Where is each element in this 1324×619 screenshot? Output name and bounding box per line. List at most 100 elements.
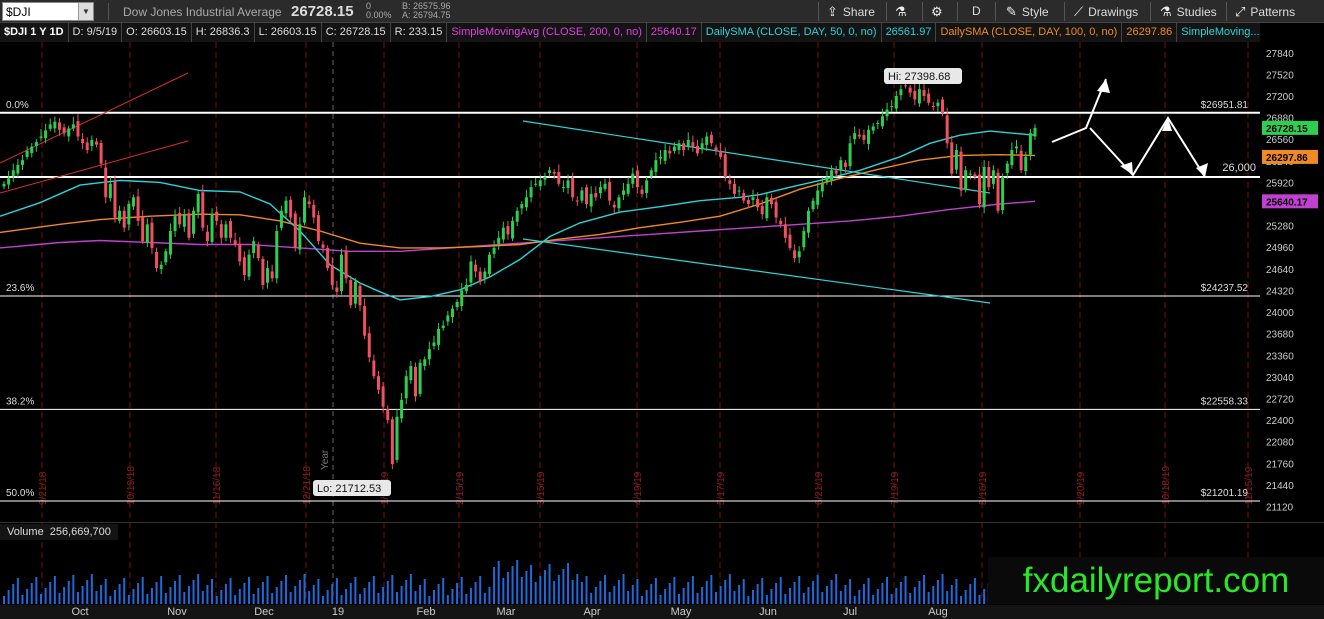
volume-bar bbox=[613, 586, 616, 604]
candle-body bbox=[580, 190, 584, 201]
volume-bar bbox=[469, 588, 472, 604]
candle-body bbox=[381, 386, 385, 407]
candle-body bbox=[880, 116, 884, 127]
candle-body bbox=[677, 143, 681, 150]
volume-bar bbox=[123, 578, 126, 604]
candle-body bbox=[67, 128, 71, 137]
candle-body bbox=[631, 173, 635, 184]
candle-body bbox=[534, 183, 538, 185]
volume-label: Volume bbox=[7, 526, 44, 538]
volume-bar bbox=[275, 587, 278, 604]
sma200-study-name[interactable]: SimpleMovingAvg (CLOSE, 200, 0, no) bbox=[447, 23, 647, 42]
volume-bar bbox=[127, 595, 130, 604]
candle-body bbox=[340, 254, 344, 291]
volume-bar bbox=[983, 589, 986, 604]
month-label: Mar bbox=[497, 606, 516, 618]
pane-divider bbox=[0, 522, 1324, 523]
volume-header: Volume 256,669,700 bbox=[0, 524, 118, 540]
candle-body bbox=[640, 189, 644, 194]
volume-bar bbox=[682, 588, 685, 604]
candle-body bbox=[654, 160, 658, 172]
candle-body bbox=[423, 359, 427, 366]
candle-body bbox=[210, 214, 214, 242]
candle-body bbox=[774, 201, 778, 218]
candle-body bbox=[1015, 146, 1019, 149]
volume-bar bbox=[141, 577, 144, 604]
volume-bar bbox=[340, 595, 343, 604]
volume-bar bbox=[405, 580, 408, 604]
volume-bar bbox=[918, 581, 921, 604]
volume-bar bbox=[372, 576, 375, 604]
volume-bar bbox=[622, 574, 625, 604]
volume-bar bbox=[516, 560, 519, 604]
sma100-study-name[interactable]: DailySMA (CLOSE, DAY, 100, 0, no) bbox=[936, 23, 1123, 42]
month-label: Jun bbox=[759, 606, 777, 618]
candle-body bbox=[820, 183, 824, 192]
more-studies[interactable]: SimpleMoving... bbox=[1177, 23, 1260, 42]
candle-body bbox=[511, 220, 515, 239]
volume-bar bbox=[770, 589, 773, 604]
price-tick-label: 25920 bbox=[1266, 178, 1294, 189]
price-tick-label: 22720 bbox=[1266, 394, 1294, 405]
volume-bar bbox=[428, 596, 431, 604]
range-readout: R: 233.15 bbox=[391, 23, 448, 42]
candle-body bbox=[279, 210, 283, 228]
volume-bar bbox=[853, 596, 856, 604]
volume-bar bbox=[604, 575, 607, 604]
high-bubble: Hi: 27398.68 bbox=[888, 71, 950, 83]
candle-body bbox=[256, 245, 260, 259]
volume-bar bbox=[271, 593, 274, 604]
volume-bar bbox=[178, 575, 181, 604]
volume-bar bbox=[266, 576, 269, 604]
candle-body bbox=[964, 170, 968, 189]
candle-body bbox=[441, 325, 445, 329]
price-chart[interactable]: 9/21/1810/19/1811/16/1812/21/181/18/192/… bbox=[0, 0, 1324, 619]
volume-bar bbox=[44, 588, 47, 604]
candle-body bbox=[446, 315, 450, 322]
fib-level-percent: 38.2% bbox=[6, 396, 34, 407]
volume-bar bbox=[955, 579, 958, 604]
volume-bar bbox=[816, 575, 819, 604]
volume-bar bbox=[761, 578, 764, 604]
volume-bar bbox=[289, 592, 292, 604]
volume-bar bbox=[520, 577, 523, 604]
study-info-bar: $DJI 1 Y 1D D: 9/5/19 O: 26603.15 H: 26836.… bbox=[0, 23, 1260, 42]
candle-body bbox=[825, 177, 829, 182]
volume-bar bbox=[298, 580, 301, 604]
candle-body bbox=[811, 200, 815, 210]
volume-bar bbox=[81, 586, 84, 604]
candle-body bbox=[25, 150, 29, 157]
sma50-study-name[interactable]: DailySMA (CLOSE, DAY, 50, 0, no) bbox=[702, 23, 882, 42]
volume-bar bbox=[701, 587, 704, 604]
candle-body bbox=[460, 290, 464, 306]
volume-bar bbox=[322, 596, 325, 604]
candle-body bbox=[668, 150, 672, 154]
volume-bar bbox=[349, 583, 352, 604]
volume-bar bbox=[76, 592, 79, 604]
volume-bar bbox=[414, 591, 417, 604]
candle-body bbox=[626, 183, 630, 194]
candle-body bbox=[862, 134, 866, 140]
volume-bar bbox=[576, 574, 579, 604]
volume-bar bbox=[169, 587, 172, 604]
volume-bar bbox=[456, 583, 459, 604]
period-date-label: 12/21/18 bbox=[302, 466, 313, 505]
volume-bar bbox=[400, 586, 403, 604]
candle-body bbox=[474, 264, 478, 272]
candle-body bbox=[968, 173, 972, 175]
candle-body bbox=[39, 136, 43, 138]
month-label: Feb bbox=[417, 606, 436, 618]
candle-body bbox=[908, 87, 912, 93]
month-label: 19 bbox=[332, 606, 344, 618]
candle-body bbox=[566, 180, 570, 188]
candle-body bbox=[469, 261, 473, 283]
volume-bar bbox=[7, 590, 10, 604]
volume-bar bbox=[215, 596, 218, 604]
volume-bar bbox=[132, 589, 135, 604]
volume-bar bbox=[886, 577, 889, 604]
period-date-label: 11/16/18 bbox=[212, 466, 223, 505]
candle-body bbox=[857, 134, 861, 137]
candle-body bbox=[548, 170, 552, 173]
volume-bar bbox=[830, 580, 833, 604]
volume-bar bbox=[950, 585, 953, 604]
